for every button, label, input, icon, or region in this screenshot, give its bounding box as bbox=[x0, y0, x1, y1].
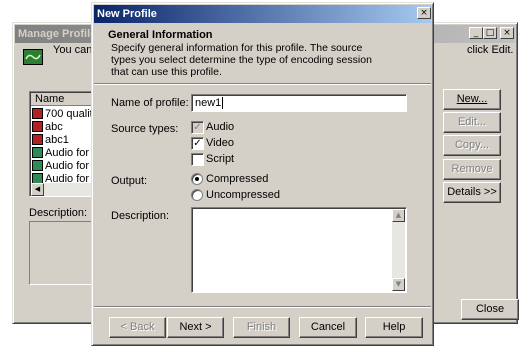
copy-profile-button[interactable]: Copy... bbox=[443, 135, 501, 156]
back-button[interactable]: < Back bbox=[109, 317, 166, 338]
list-item[interactable]: abc bbox=[32, 121, 63, 134]
manage-profiles-title: Manage Profiles bbox=[18, 28, 103, 40]
uncompressed-radio[interactable] bbox=[191, 189, 203, 201]
description-textarea[interactable]: ▲ ▼ bbox=[191, 207, 407, 293]
new-profile-titlebar: New Profile bbox=[94, 5, 431, 23]
profile-audio-icon bbox=[32, 108, 43, 119]
source-types-label: Source types: bbox=[111, 123, 179, 135]
audio-label: Audio bbox=[206, 121, 235, 133]
compressed-radio[interactable] bbox=[191, 173, 203, 185]
close-window-button[interactable]: Close bbox=[461, 299, 519, 320]
list-header-name: Name bbox=[35, 93, 65, 105]
bg-description-label: Description: bbox=[29, 207, 88, 219]
compressed-label: Compressed bbox=[206, 173, 269, 185]
profile-icon bbox=[23, 49, 43, 65]
remove-profile-button[interactable]: Remove bbox=[443, 159, 501, 180]
details-button[interactable]: Details >> bbox=[443, 182, 501, 203]
dialog-close-button[interactable]: × bbox=[417, 7, 431, 19]
new-profile-title: New Profile bbox=[97, 8, 157, 20]
list-item[interactable]: abc1 bbox=[32, 134, 69, 147]
edit-profile-button[interactable]: Edit... bbox=[443, 112, 501, 133]
help-button[interactable]: Help bbox=[365, 317, 423, 338]
section-title: General Information bbox=[108, 29, 213, 41]
video-checkbox[interactable]: ✓ bbox=[191, 137, 204, 150]
cancel-button[interactable]: Cancel bbox=[299, 317, 357, 338]
description-label: Description: bbox=[111, 210, 170, 222]
profile-video-icon bbox=[32, 147, 43, 158]
header-separator bbox=[94, 83, 431, 85]
close-button[interactable]: × bbox=[500, 27, 514, 39]
profile-video-icon bbox=[32, 160, 43, 171]
list-item[interactable]: 700 quality bbox=[32, 108, 98, 121]
video-label: Video bbox=[206, 137, 234, 149]
section-description: Specify general information for this pro… bbox=[111, 42, 372, 78]
name-of-profile-label: Name of profile: bbox=[111, 97, 189, 109]
footer-separator bbox=[94, 306, 431, 308]
maximize-button[interactable]: □ bbox=[483, 27, 497, 39]
profile-audio-icon bbox=[32, 134, 43, 145]
profile-audio-icon bbox=[32, 121, 43, 132]
script-label: Script bbox=[206, 153, 235, 165]
finish-button[interactable]: Finish bbox=[233, 317, 290, 338]
uncompressed-label: Uncompressed bbox=[206, 189, 280, 201]
minimize-button[interactable]: _ bbox=[469, 27, 483, 39]
manage-profiles-desc-right: click Edit. bbox=[467, 44, 514, 56]
profile-name-input[interactable]: new1 bbox=[191, 94, 407, 112]
audio-checkbox[interactable]: ✓ bbox=[191, 121, 204, 134]
scroll-left-arrow-icon[interactable]: ◀ bbox=[31, 183, 44, 196]
vertical-scrollbar[interactable]: ▲ ▼ bbox=[392, 209, 405, 291]
new-profile-button[interactable]: New... bbox=[443, 89, 501, 110]
next-button[interactable]: Next > bbox=[167, 317, 224, 338]
scroll-down-arrow-icon[interactable]: ▼ bbox=[392, 278, 405, 291]
new-profile-dialog: New Profile × General Information Specif… bbox=[91, 2, 434, 346]
scroll-up-arrow-icon[interactable]: ▲ bbox=[392, 209, 405, 222]
script-checkbox[interactable] bbox=[191, 153, 204, 166]
output-label: Output: bbox=[111, 175, 148, 187]
